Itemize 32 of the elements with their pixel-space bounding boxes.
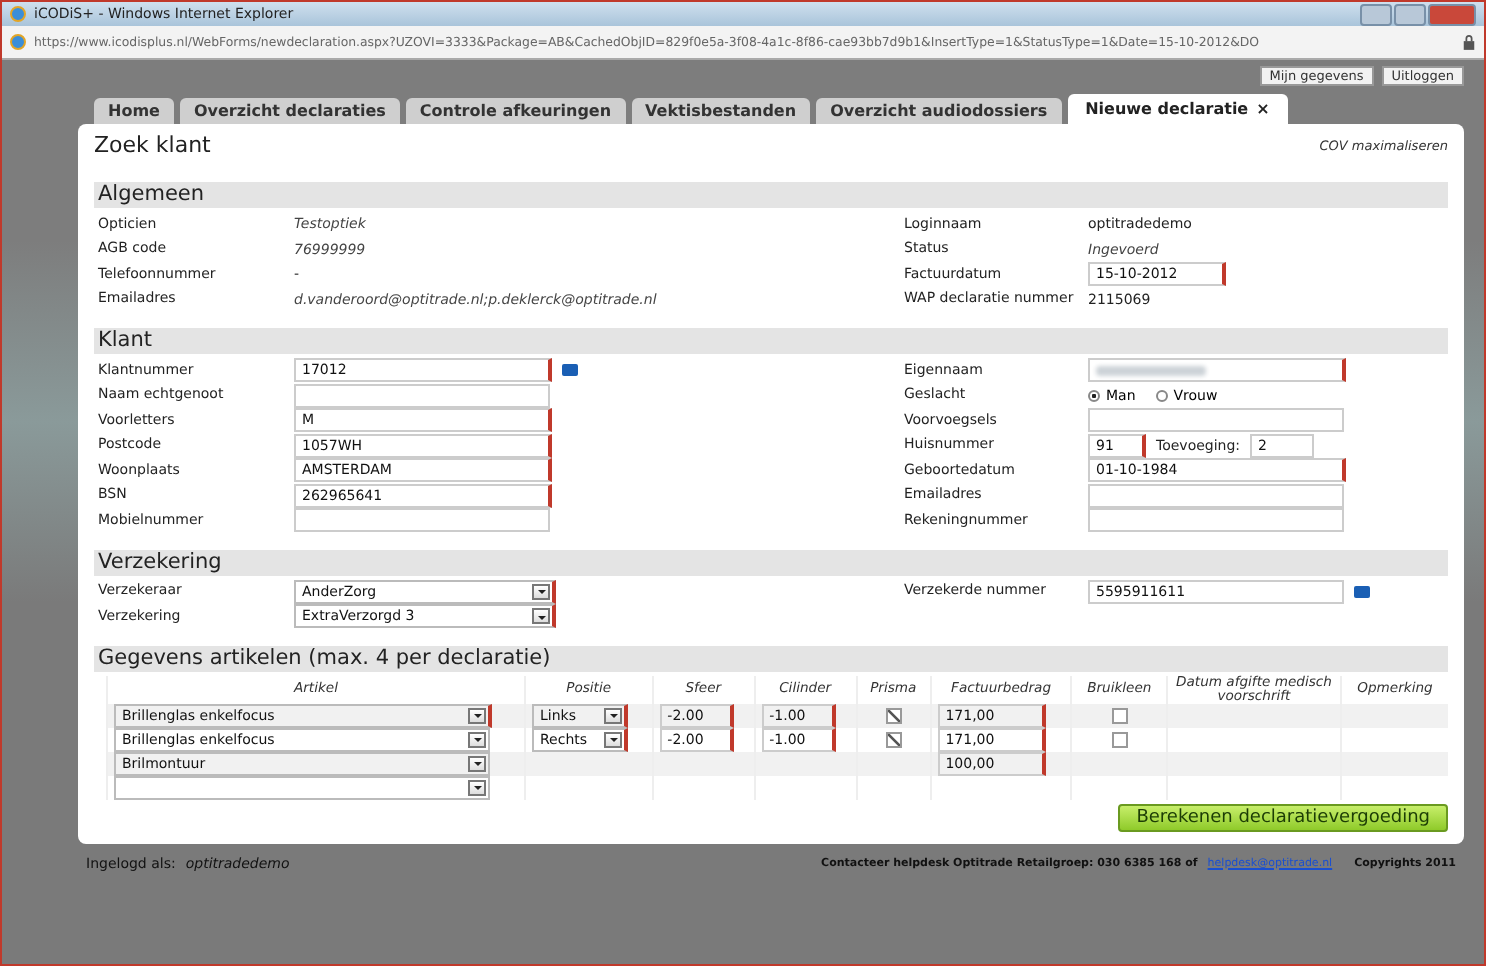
section-header: Gegevens artikelen (max. 4 per declaratie): [94, 645, 1448, 671]
lock-icon: [1462, 34, 1476, 50]
radio-icon[interactable]: [1088, 389, 1100, 402]
checkbox[interactable]: [1111, 707, 1128, 724]
browser-logo-icon: [10, 6, 26, 22]
section-header: Klant: [94, 328, 1448, 354]
tab[interactable]: Nieuwe declaratie ×: [1067, 94, 1288, 124]
checkbox[interactable]: [885, 731, 902, 748]
tab[interactable]: Overzicht audiodossiers: [816, 98, 1062, 124]
page-title: Zoek klant: [94, 132, 211, 158]
input-field[interactable]: [294, 508, 550, 533]
tab[interactable]: Controle afkeuringen: [405, 98, 626, 124]
section-header: Algemeen: [94, 182, 1448, 208]
page-icon: [10, 34, 26, 50]
tab[interactable]: Overzicht declaraties: [179, 98, 400, 124]
input-field[interactable]: [1088, 508, 1344, 533]
input-field[interactable]: [1088, 358, 1346, 383]
info-icon[interactable]: [562, 364, 578, 377]
section-header: Verzekering: [94, 549, 1448, 575]
input-field[interactable]: [1088, 408, 1344, 433]
blurred-text: [1096, 365, 1206, 376]
close-tab-icon[interactable]: ×: [1256, 100, 1270, 118]
input-field[interactable]: [1088, 483, 1344, 508]
checkbox[interactable]: [1111, 731, 1128, 748]
close-button[interactable]: [1428, 3, 1476, 25]
input-field[interactable]: [294, 383, 550, 408]
radio-icon[interactable]: [1155, 389, 1168, 402]
calculate-button[interactable]: Berekenen declaratievergoeding: [1118, 803, 1448, 831]
checkbox[interactable]: [885, 707, 902, 724]
info-icon[interactable]: [1354, 585, 1370, 598]
tab[interactable]: Home: [94, 98, 174, 124]
tab[interactable]: Vektisbestanden: [631, 98, 811, 124]
